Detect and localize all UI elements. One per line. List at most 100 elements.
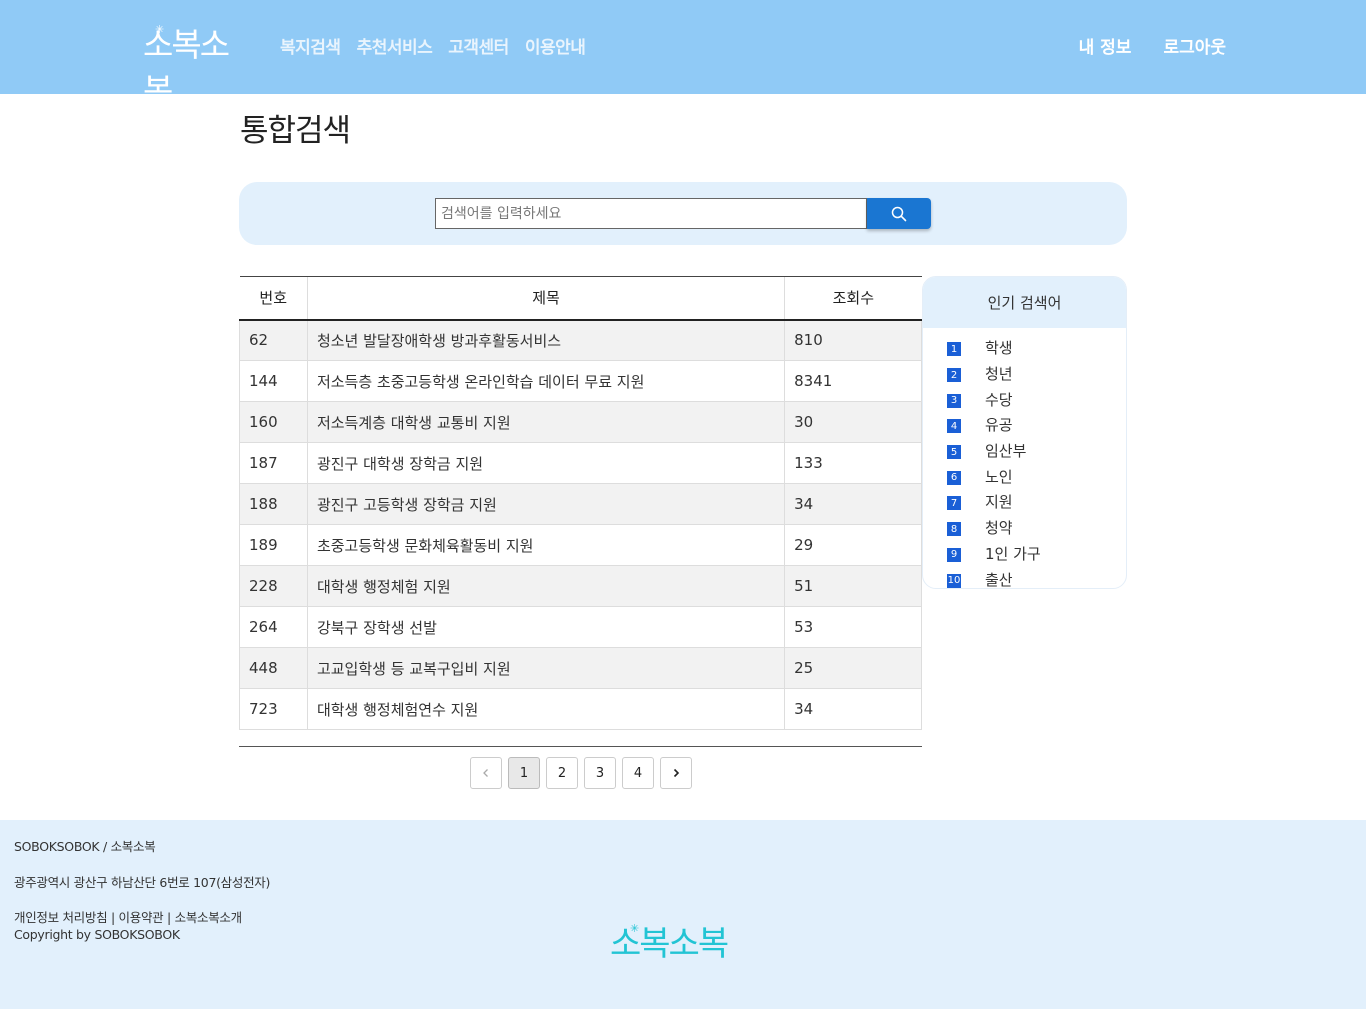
logo-text: 소복소복 [143,25,230,110]
popular-item[interactable]: 3 수당 [947,386,1126,412]
table-row[interactable]: 723 대학생 행정체험연수 지원 34 [239,688,922,730]
row-views: 8341 [784,360,922,402]
row-title[interactable]: 대학생 행정체험 지원 [306,565,786,607]
popular-keyword[interactable]: 임산부 [985,440,1026,461]
row-title[interactable]: 초중고등학생 문화체육활동비 지원 [306,524,786,566]
popular-searches-list: 1 학생 2 청년 3 수당 4 유공 5 임산부 6 노인 7 지원 8 청약 9 1인 가구 … [923,328,1126,588]
popular-item[interactable]: 9 1인 가구 [947,541,1126,567]
popular-searches-panel: 인기 검색어 1 학생 2 청년 3 수당 4 유공 5 임산부 6 노인 7 지원 8 청약 … [922,276,1127,589]
search-bar [239,182,1127,245]
row-title[interactable]: 고교입학생 등 교복구입비 지원 [306,647,786,689]
row-views: 30 [784,401,922,443]
prev-page-button[interactable] [470,757,502,789]
popular-item[interactable]: 1 학생 [947,335,1126,361]
row-views: 25 [784,647,922,689]
popular-item[interactable]: 2 청년 [947,361,1126,387]
footer: SOBOKSOBOK / 소복소복 광주광역시 광산구 하남산단 6번로 107… [0,820,1366,1009]
row-number: 723 [239,688,308,730]
table-row[interactable]: 144 저소득층 초중고등학생 온라인학습 데이터 무료 지원 8341 [239,360,922,402]
popular-item[interactable]: 10 출산 [947,566,1126,588]
popular-item[interactable]: 6 노인 [947,463,1126,489]
row-views: 34 [784,483,922,525]
row-number: 62 [239,319,308,361]
page-title: 통합검색 [240,113,351,149]
table-header: 번호 제목 조회수 [239,276,922,321]
my-info-link[interactable]: 내 정보 [1079,33,1132,58]
logo[interactable]: ✳ 소복소복 [143,22,243,110]
popular-keyword[interactable]: 청년 [985,363,1013,384]
popular-keyword[interactable]: 청약 [985,517,1013,538]
popular-item[interactable]: 7 지원 [947,489,1126,515]
footer-copyright: Copyright by SOBOKSOBOK [14,927,180,942]
page-button-1[interactable]: 1 [508,757,540,789]
nav-customer-center[interactable]: 고객센터 [448,33,509,58]
popular-item[interactable]: 8 청약 [947,515,1126,541]
table-row[interactable]: 62 청소년 발달장애학생 방과후활동서비스 810 [239,319,922,361]
logout-link[interactable]: 로그아웃 [1163,33,1226,58]
row-title[interactable]: 청소년 발달장애학생 방과후활동서비스 [306,319,786,361]
row-title[interactable]: 광진구 고등학생 장학금 지원 [306,483,786,525]
rank-badge: 9 [947,547,961,562]
nav-welfare-search[interactable]: 복지검색 [280,33,341,58]
pagination: 1 2 3 4 [470,757,692,789]
page-button-2[interactable]: 2 [546,757,578,789]
popular-keyword[interactable]: 수당 [985,389,1013,410]
privacy-policy-link[interactable]: 개인정보 처리방침 [14,910,108,925]
row-title[interactable]: 저소득층 초중고등학생 온라인학습 데이터 무료 지원 [306,360,786,402]
popular-keyword[interactable]: 출산 [985,569,1013,588]
row-views: 34 [784,688,922,730]
table-row[interactable]: 189 초중고등학생 문화체육활동비 지원 29 [239,524,922,566]
search-button[interactable] [867,198,931,229]
rank-badge: 7 [947,496,961,511]
rank-badge: 3 [947,393,961,408]
column-header-views: 조회수 [784,276,922,321]
popular-item[interactable]: 4 유공 [947,412,1126,438]
rank-badge: 1 [947,342,961,357]
rank-badge: 4 [947,419,961,434]
row-number: 187 [239,442,308,484]
popular-item[interactable]: 5 임산부 [947,438,1126,464]
rank-badge: 10 [947,573,961,588]
table-row[interactable]: 187 광진구 대학생 장학금 지원 133 [239,442,922,484]
column-header-title: 제목 [306,276,785,321]
row-views: 133 [784,442,922,484]
nav-usage-guide[interactable]: 이용안내 [525,33,586,58]
user-nav: 내 정보 로그아웃 [1079,33,1226,58]
row-number: 160 [239,401,308,443]
row-title[interactable]: 광진구 대학생 장학금 지원 [306,442,786,484]
row-title[interactable]: 대학생 행정체험연수 지원 [306,688,786,730]
footer-logo-text: 소복소복 [610,924,729,964]
popular-keyword[interactable]: 유공 [985,414,1013,435]
table-row[interactable]: 448 고교입학생 등 교복구입비 지원 25 [239,647,922,689]
footer-logo: ✳ 소복소복 [610,920,730,970]
table-row[interactable]: 228 대학생 행정체험 지원 51 [239,565,922,607]
column-header-number: 번호 [239,276,308,321]
row-title[interactable]: 강북구 장학생 선발 [306,606,786,648]
sparkle-icon: ✳ [630,922,640,935]
row-number: 144 [239,360,308,402]
table-row[interactable]: 160 저소득계층 대학생 교통비 지원 30 [239,401,922,443]
header: ✳ 소복소복 복지검색 추천서비스 고객센터 이용안내 내 정보 로그아웃 [0,0,1366,110]
popular-keyword[interactable]: 지원 [985,491,1013,512]
row-number: 188 [239,483,308,525]
popular-keyword[interactable]: 노인 [985,466,1013,487]
page-button-3[interactable]: 3 [584,757,616,789]
rank-badge: 6 [947,470,961,485]
popular-keyword[interactable]: 1인 가구 [985,543,1041,564]
table-row[interactable]: 188 광진구 고등학생 장학금 지원 34 [239,483,922,525]
row-views: 810 [784,319,922,361]
page-button-4[interactable]: 4 [622,757,654,789]
table-row[interactable]: 264 강북구 장학생 선발 53 [239,606,922,648]
row-views: 53 [784,606,922,648]
next-page-button[interactable] [660,757,692,789]
rank-badge: 5 [947,445,961,460]
nav-recommend-service[interactable]: 추천서비스 [357,33,433,58]
terms-link[interactable]: 이용약관 [119,910,164,925]
popular-keyword[interactable]: 학생 [985,337,1013,358]
rank-badge: 8 [947,522,961,537]
search-input[interactable] [435,198,867,229]
row-title[interactable]: 저소득계층 대학생 교통비 지원 [306,401,786,443]
search-icon [891,206,907,221]
row-number: 264 [239,606,308,648]
about-link[interactable]: 소복소복소개 [175,910,243,925]
